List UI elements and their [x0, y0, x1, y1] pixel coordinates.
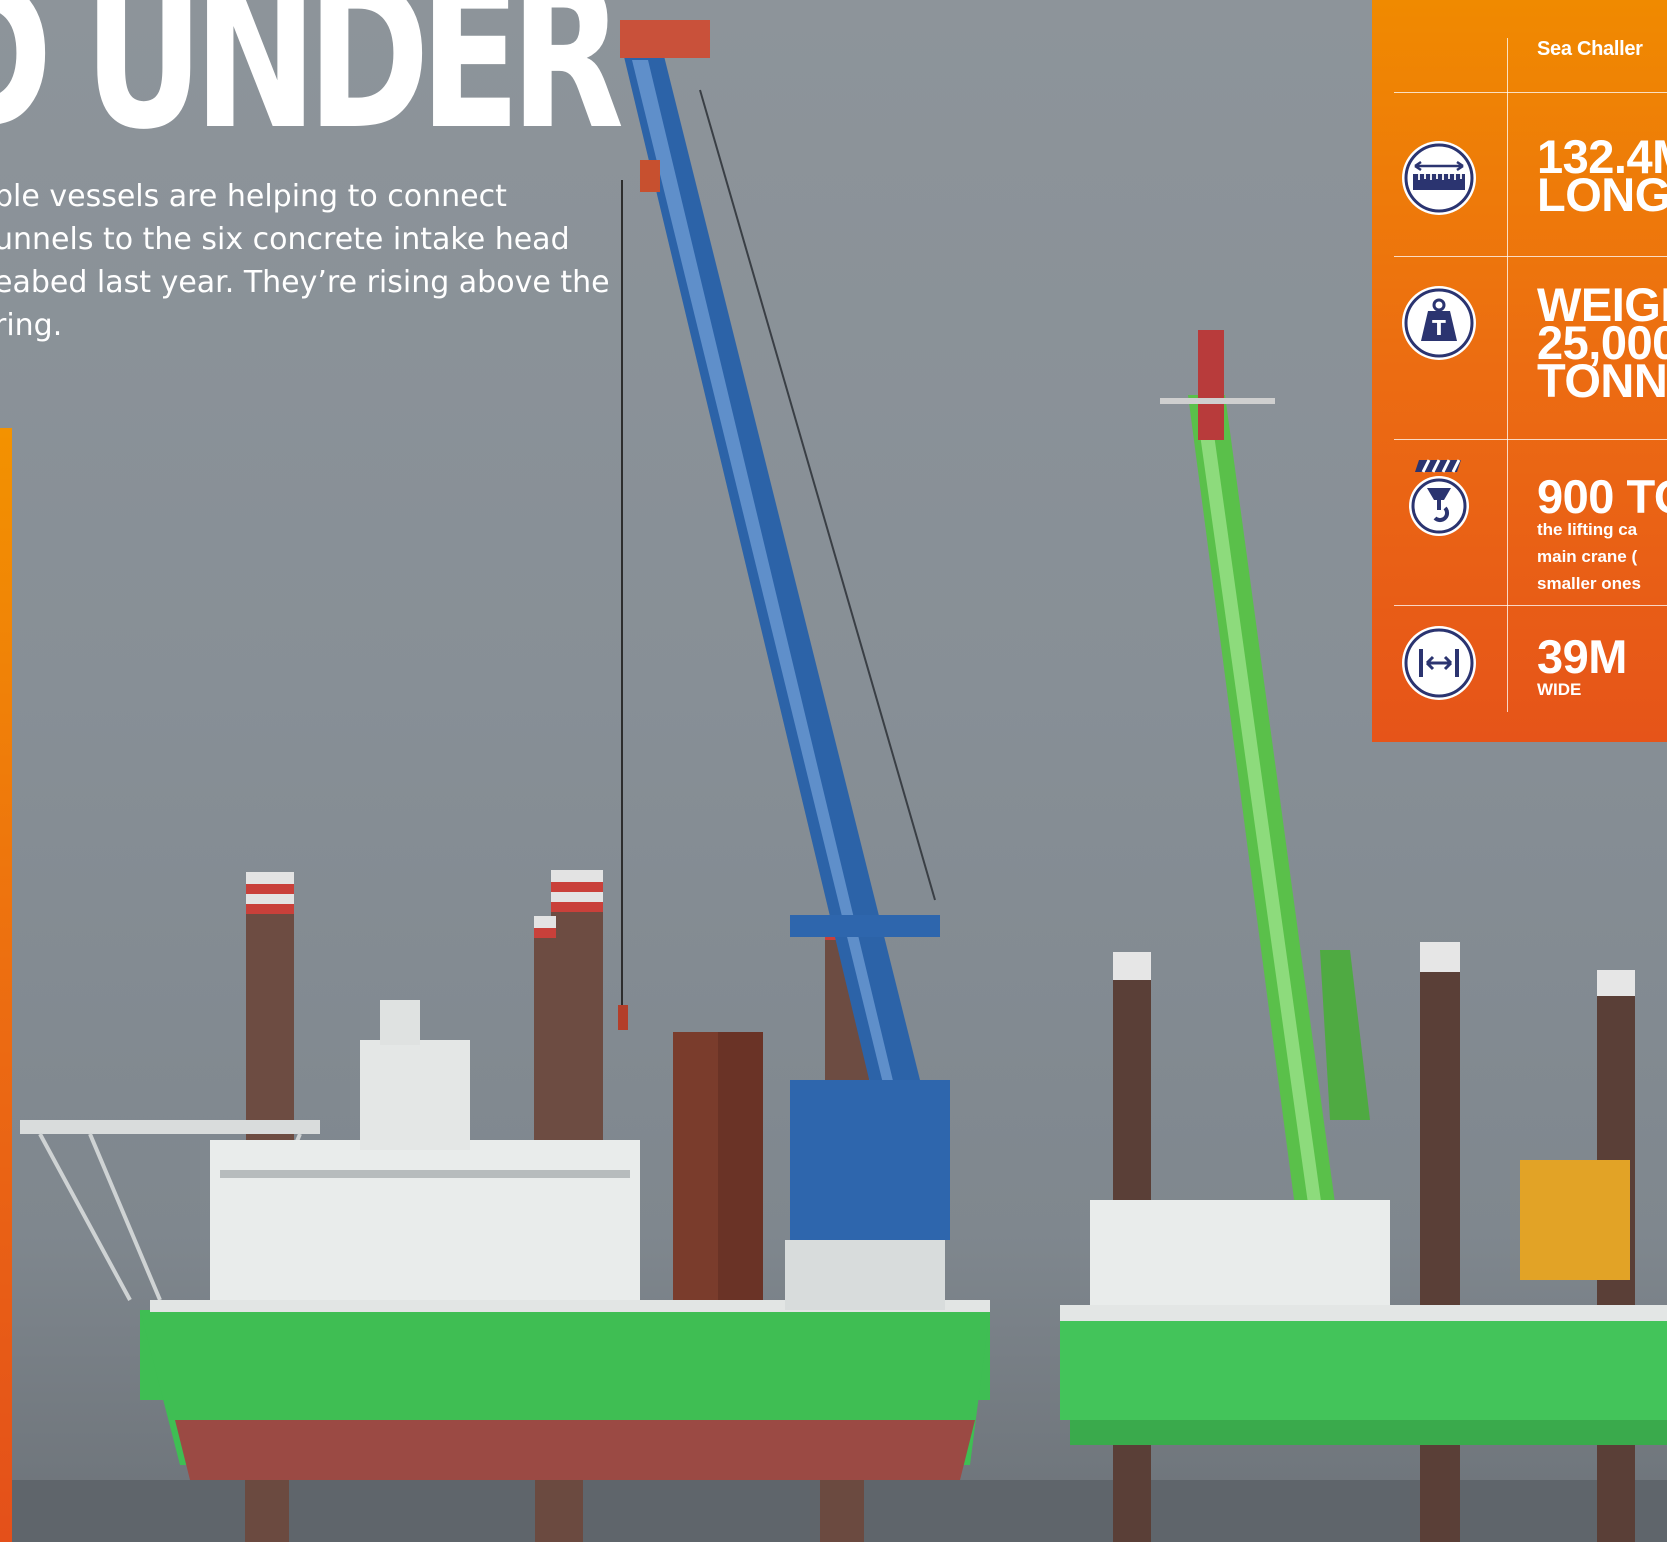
fact-lifting-capacity: 900 TO the lifting ca main crane ( small…: [1537, 470, 1667, 597]
orange-accent-bar: [0, 428, 12, 1542]
fact-weight: WEIGH 25,000 TONNE: [1537, 281, 1667, 407]
vessel-name: Sea Challer: [1537, 38, 1643, 60]
length-ruler-icon: [1402, 141, 1476, 215]
vessel-fact-panel: Sea Challer 132.4M LONG T WEIGH 25,000 T…: [1372, 0, 1667, 742]
intro-line: ring.: [0, 308, 63, 343]
fact-note: main crane (: [1537, 547, 1638, 566]
panel-divider: [1394, 605, 1667, 606]
panel-divider: [1394, 256, 1667, 257]
article-headline: D UNDER: [0, 0, 624, 174]
blue-crane: [618, 20, 950, 1310]
intro-line: eabed last year. They’re rising above th…: [0, 265, 610, 300]
panel-divider: [1394, 92, 1667, 93]
fact-length: 132.4M LONG: [1537, 133, 1667, 221]
crane-hook-icon: [1409, 459, 1469, 536]
fact-value: 39M: [1537, 630, 1627, 683]
fact-width: 39M WIDE: [1537, 630, 1627, 703]
panel-divider: [1394, 439, 1667, 440]
weight-icon: T: [1402, 286, 1476, 360]
magazine-page: D UNDER ble vessels are helping to conne…: [0, 0, 1667, 1542]
panel-divider: [1507, 38, 1508, 712]
intro-line: ble vessels are helping to connect: [0, 179, 507, 214]
article-intro: ble vessels are helping to connect unnel…: [0, 175, 610, 347]
fact-value: LONG: [1537, 168, 1667, 221]
fact-value: TONNE: [1537, 354, 1667, 407]
intro-line: unnels to the six concrete intake head: [0, 222, 570, 257]
weight-icon-letter: T: [1432, 316, 1446, 340]
fact-note: smaller ones: [1537, 574, 1641, 593]
width-arrows-icon: [1402, 626, 1476, 700]
fact-value: 900 TO: [1537, 470, 1667, 523]
